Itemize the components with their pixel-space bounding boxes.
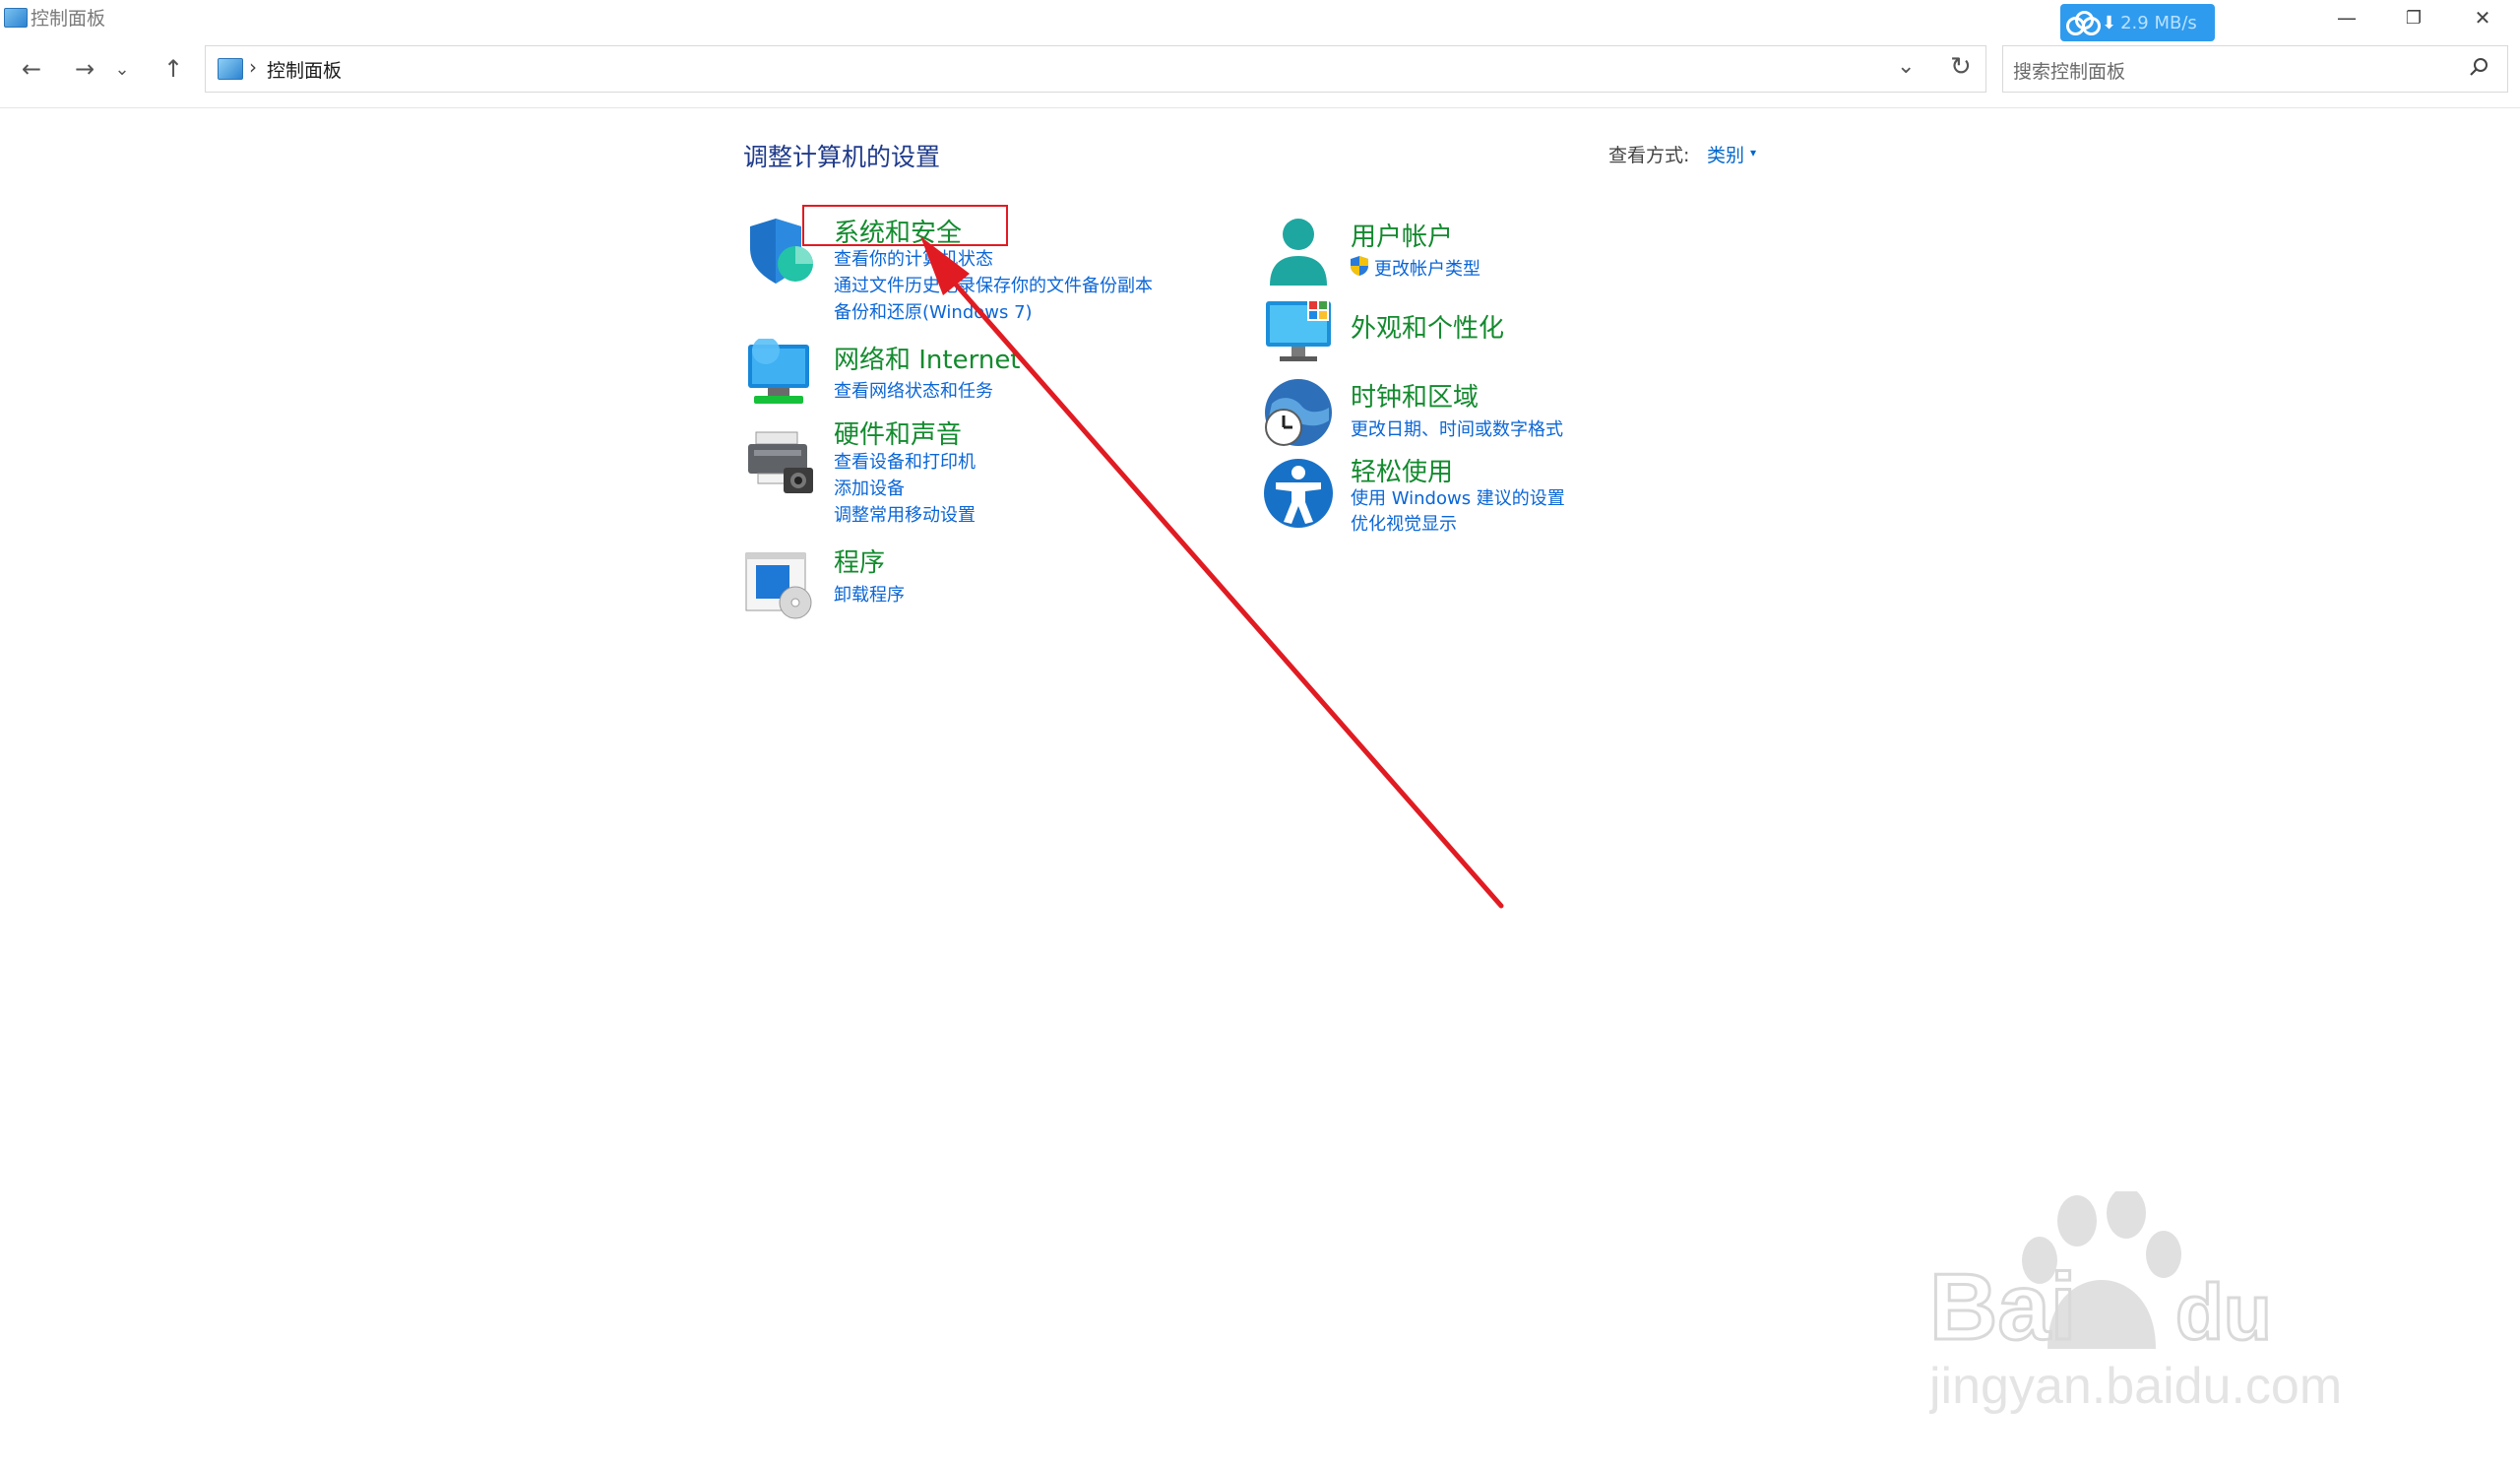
search-input[interactable]: 搜索控制面板 (2002, 45, 2508, 93)
clock-globe-icon[interactable] (1262, 376, 1335, 449)
svg-text:du: du (2175, 1268, 2272, 1356)
chevron-down-icon[interactable]: ▾ (1750, 146, 1756, 160)
breadcrumb-control-panel[interactable]: 控制面板 (267, 56, 342, 83)
link-change-account-type[interactable]: 更改帐户类型 (1374, 255, 1480, 281)
link-file-history[interactable]: 通过文件历史记录保存你的文件备份副本 (834, 272, 1153, 297)
page-title: 调整计算机的设置 (743, 143, 941, 171)
svg-text:jingyan.baidu.com: jingyan.baidu.com (1929, 1358, 2342, 1415)
link-uninstall-program[interactable]: 卸载程序 (834, 581, 905, 607)
link-optimize-visual-display[interactable]: 优化视觉显示 (1351, 510, 1457, 536)
download-arrow-icon: ⬇ (2102, 12, 2117, 33)
cloud-icon (2066, 11, 2101, 35)
close-button[interactable]: ✕ (2451, 0, 2514, 35)
up-button[interactable]: ↑ (156, 51, 191, 87)
link-devices-printers[interactable]: 查看设备和打印机 (834, 448, 976, 474)
search-placeholder: 搜索控制面板 (2013, 61, 2126, 83)
link-backup-restore[interactable]: 备份和还原(Windows 7) (834, 298, 1033, 324)
restore-button[interactable]: ❐ (2382, 0, 2445, 35)
forward-button[interactable]: → (67, 51, 102, 87)
category-hardware-sound[interactable]: 硬件和声音 (834, 415, 962, 451)
back-button[interactable]: ← (14, 51, 49, 87)
category-user-accounts[interactable]: 用户帐户 (1351, 217, 1453, 253)
download-speed: 2.9 MB/s (2120, 12, 2197, 33)
monitor-icon[interactable] (1262, 295, 1335, 368)
link-recommended-settings[interactable]: 使用 Windows 建议的设置 (1351, 484, 1565, 510)
control-panel-icon (4, 8, 28, 28)
link-view-computer-status[interactable]: 查看你的计算机状态 (834, 245, 993, 271)
address-bar[interactable]: › 控制面板 ⌄ ↻ (205, 45, 1986, 93)
breadcrumb-separator: › (249, 55, 257, 79)
link-network-status[interactable]: 查看网络状态和任务 (834, 377, 993, 403)
refresh-icon[interactable]: ↻ (1950, 52, 1972, 82)
link-mobility-settings[interactable]: 调整常用移动设置 (834, 501, 976, 527)
link-add-device[interactable]: 添加设备 (834, 475, 905, 500)
category-network-internet[interactable]: 网络和 Internet (834, 340, 1021, 376)
network-icon[interactable] (744, 339, 817, 412)
link-change-date-time-format[interactable]: 更改日期、时间或数字格式 (1351, 415, 1563, 441)
title-bar: 控制面板 ⬇ 2.9 MB/s — ❐ ✕ (0, 0, 2520, 41)
download-speed-badge[interactable]: ⬇ 2.9 MB/s (2060, 4, 2215, 41)
address-dropdown-icon[interactable]: ⌄ (1897, 54, 1915, 79)
category-clock-region[interactable]: 时钟和区域 (1351, 377, 1479, 414)
uac-shield-icon (1351, 256, 1368, 276)
category-programs[interactable]: 程序 (834, 543, 885, 579)
search-icon[interactable] (2468, 56, 2489, 78)
baidu-jingyan-watermark: Bai du jingyan.baidu.com (1929, 1191, 2342, 1415)
minimize-button[interactable]: — (2315, 0, 2378, 35)
window-title: 控制面板 (31, 8, 106, 30)
view-by-dropdown[interactable]: 类别 (1707, 141, 1744, 167)
category-appearance-personalization[interactable]: 外观和个性化 (1351, 308, 1504, 345)
category-ease-of-access[interactable]: 轻松使用 (1351, 452, 1453, 488)
printer-icon[interactable] (744, 428, 817, 501)
highlight-box (802, 205, 1008, 246)
view-by-label: 查看方式: (1608, 145, 1690, 166)
recent-locations-button[interactable]: ⌄ (112, 51, 132, 87)
accessibility-icon[interactable] (1262, 457, 1335, 530)
toolbar-divider (0, 107, 2520, 108)
programs-icon[interactable] (744, 549, 817, 622)
user-icon[interactable] (1262, 215, 1335, 287)
svg-text:Bai: Bai (1929, 1254, 2076, 1360)
control-panel-icon (218, 58, 243, 80)
